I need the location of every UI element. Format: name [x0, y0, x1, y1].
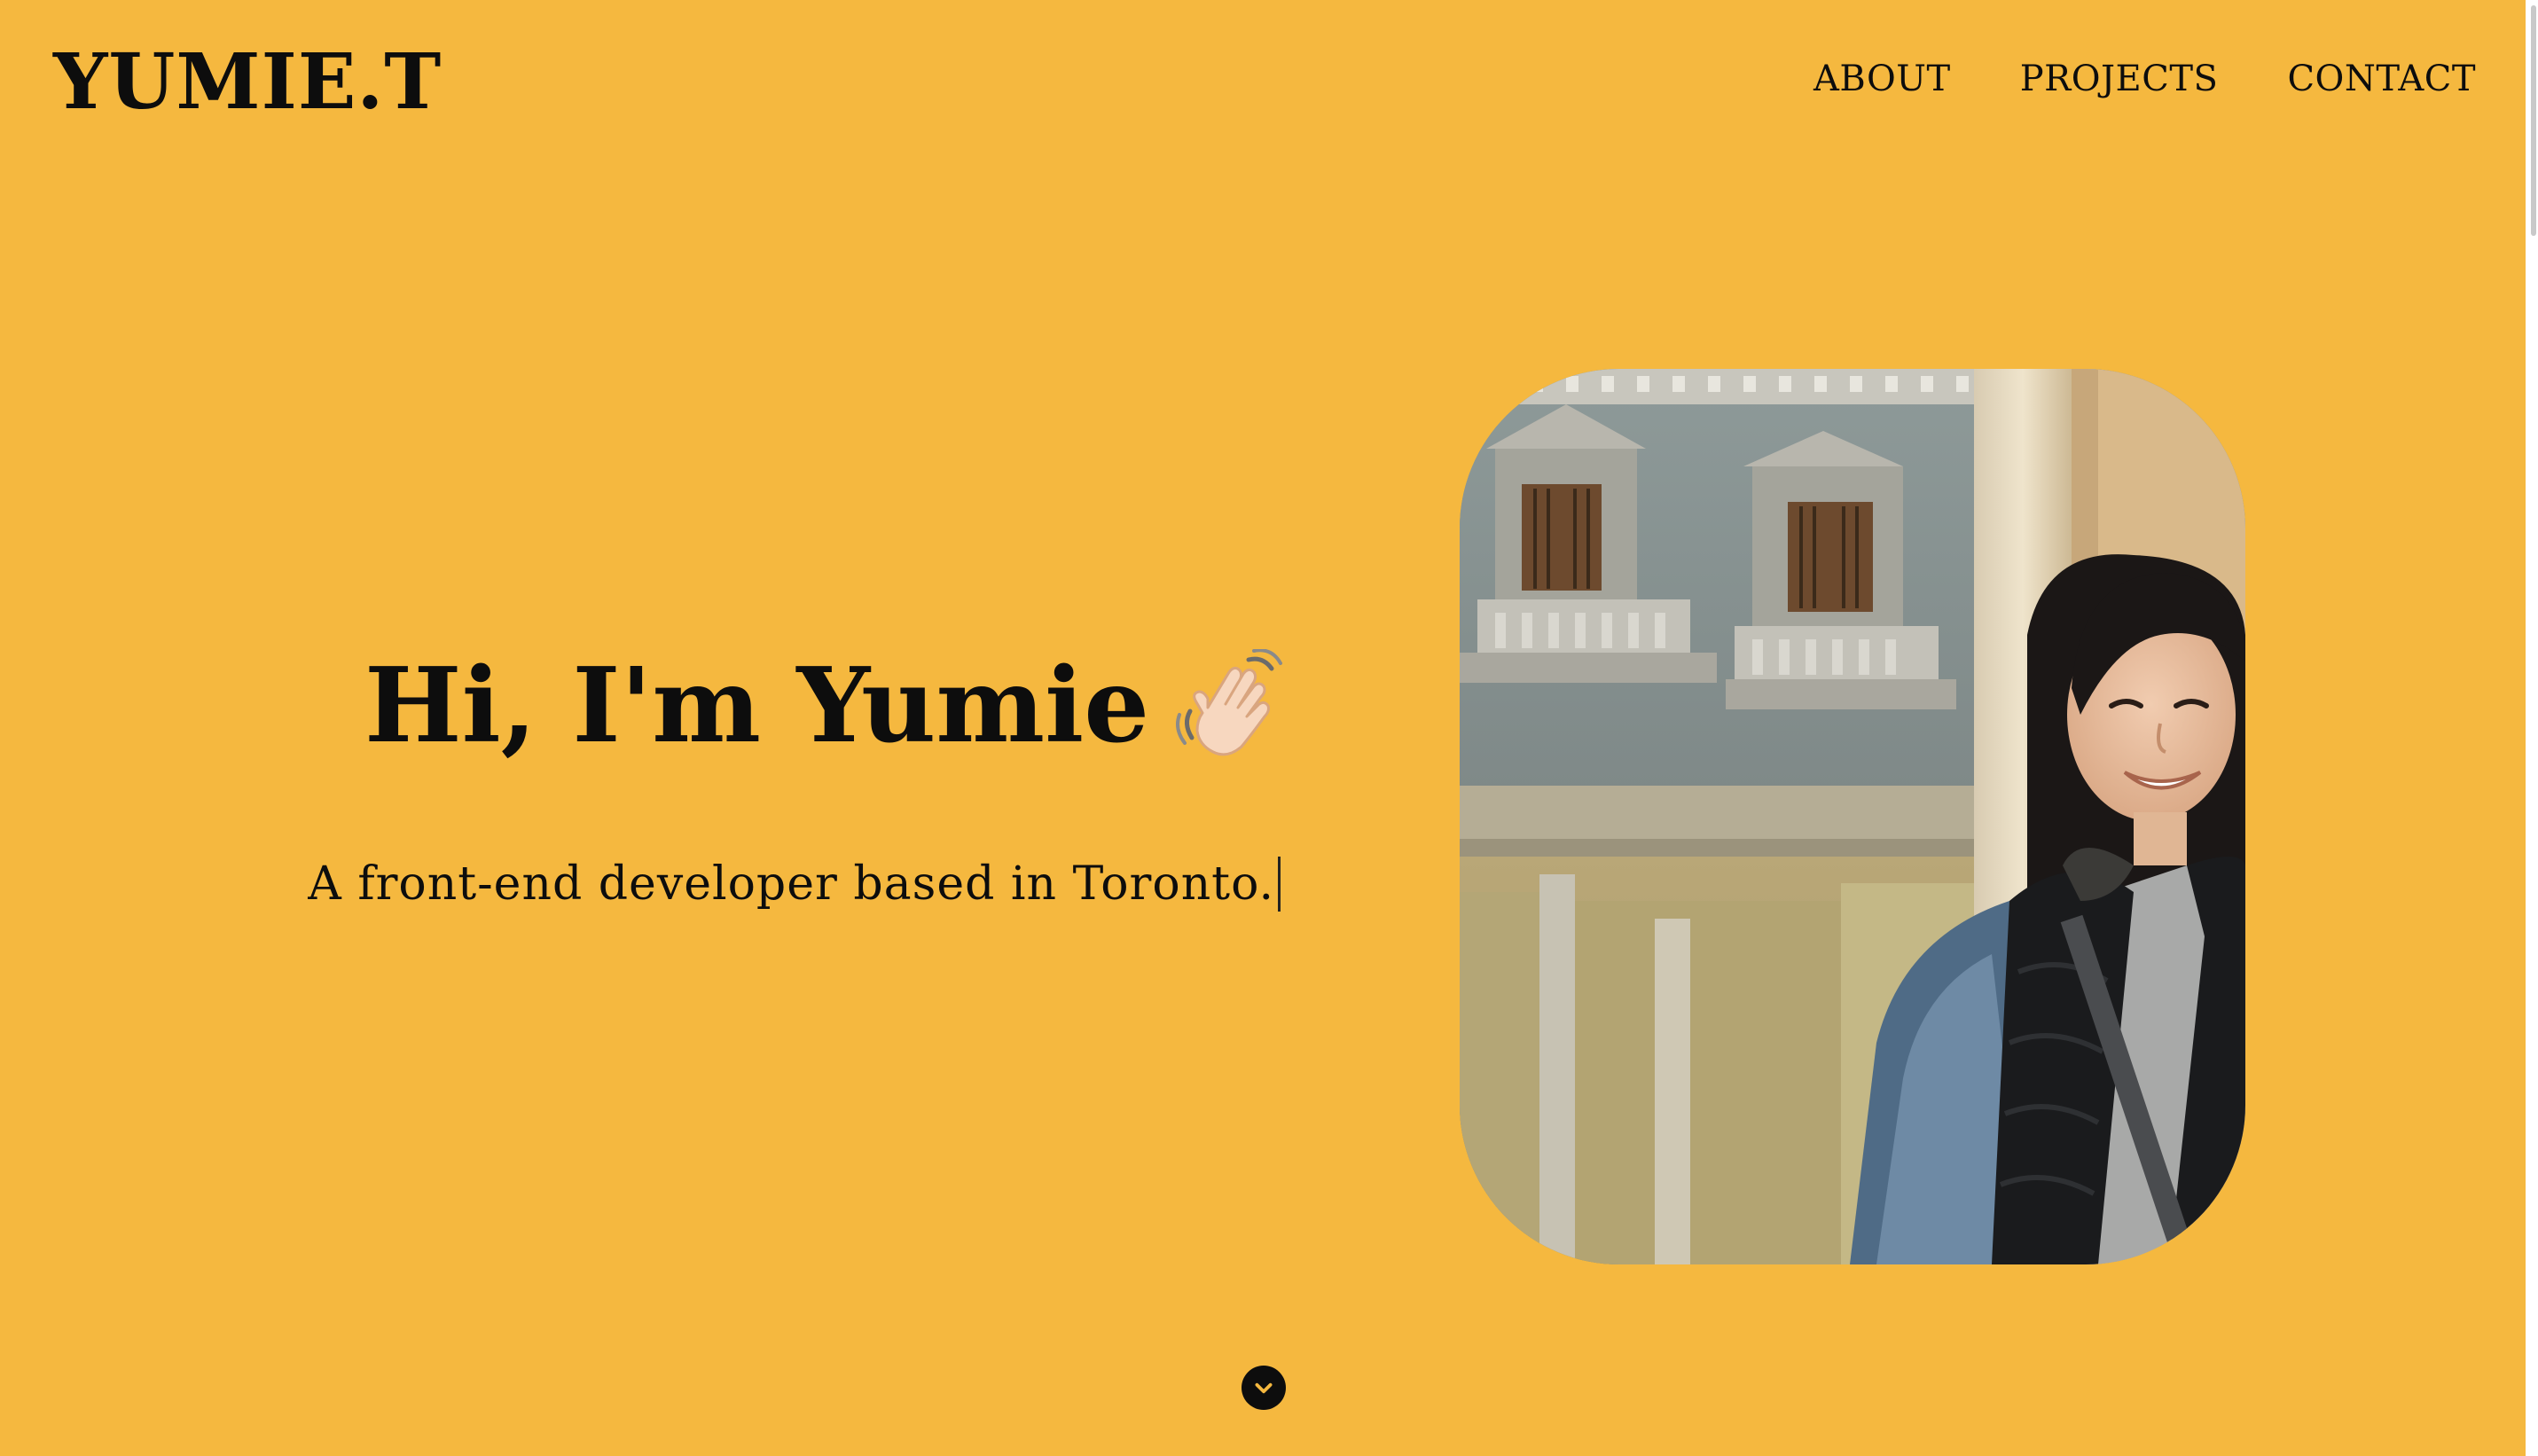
nav-link-projects[interactable]: PROJECTS — [2020, 59, 2219, 99]
site-logo[interactable]: YUMIE.T — [53, 37, 442, 127]
scroll-down-button[interactable] — [1242, 1366, 1286, 1410]
waving-hand-icon — [1172, 648, 1286, 763]
profile-photo — [1460, 369, 2245, 1264]
hero-heading: Hi, I'm Yumie — [364, 646, 1286, 766]
hero-title: Hi, I'm Yumie — [364, 646, 1149, 766]
main-nav: ABOUT PROJECTS CONTACT — [1813, 59, 2476, 99]
page-scrollbar[interactable] — [2526, 0, 2538, 1456]
hero-subtitle-wrap: A front-end developer based in Toronto. — [308, 857, 1281, 912]
typing-cursor — [1278, 857, 1281, 912]
hero-subtitle: A front-end developer based in Toronto. — [308, 857, 1274, 911]
chevron-down-icon — [1255, 1382, 1273, 1394]
scrollbar-thumb[interactable] — [2531, 5, 2536, 236]
page: YUMIE.T ABOUT PROJECTS CONTACT Hi, I'm Y… — [0, 0, 2538, 1456]
nav-link-contact[interactable]: CONTACT — [2287, 59, 2476, 99]
nav-link-about[interactable]: ABOUT — [1813, 59, 1951, 99]
